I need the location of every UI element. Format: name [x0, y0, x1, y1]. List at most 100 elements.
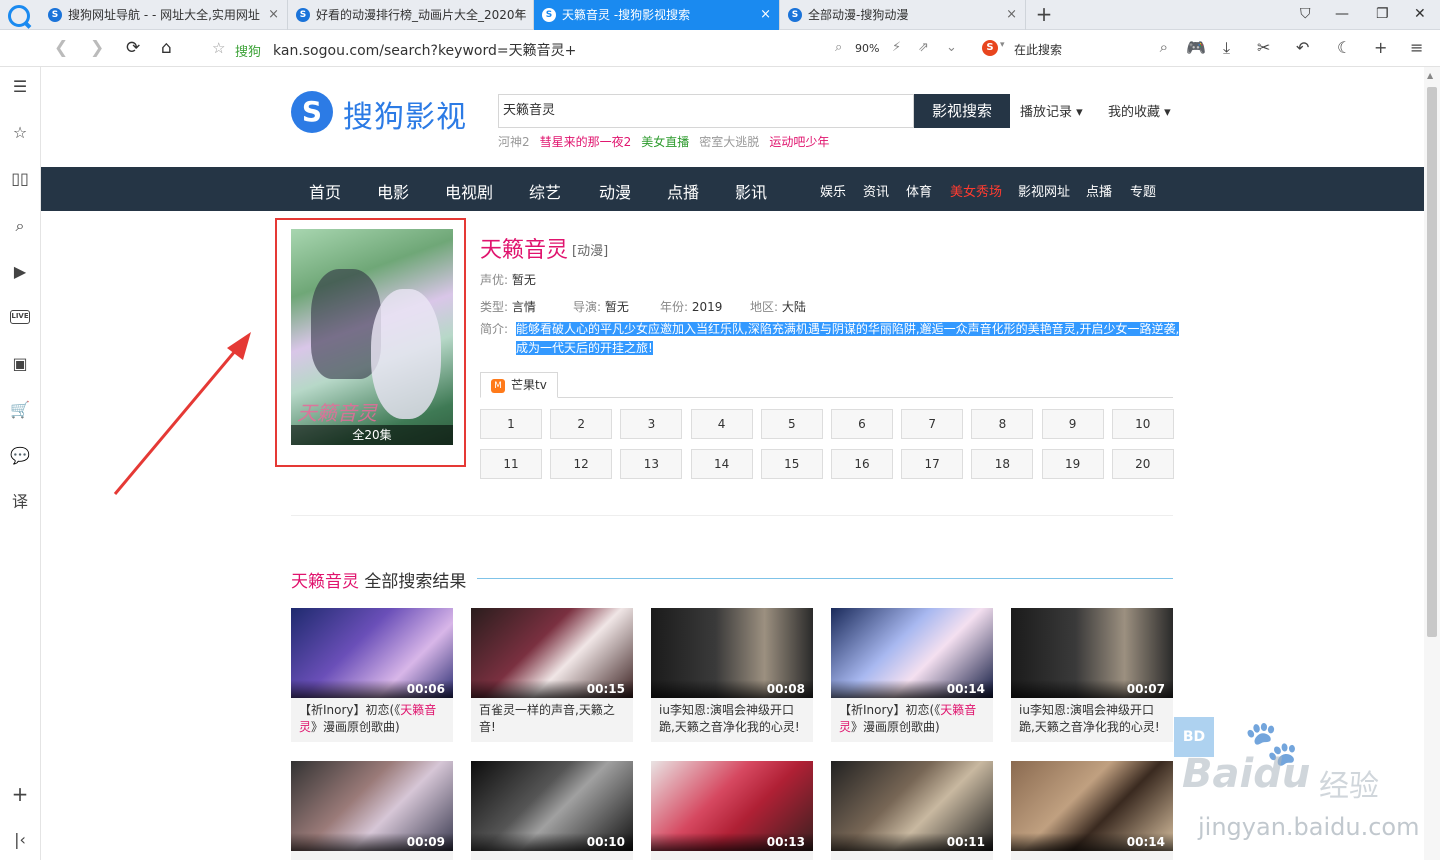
scissors-icon[interactable]: ✂ [1257, 38, 1270, 57]
close-icon[interactable]: × [760, 0, 771, 30]
video-caption[interactable] [471, 851, 633, 860]
undo-icon[interactable]: ↶ [1296, 38, 1309, 57]
episode-button[interactable]: 6 [831, 409, 893, 439]
search-icon[interactable]: ⌕ [9, 215, 31, 237]
tab-2[interactable]: S 好看的动漫排行榜_动画片大全_2020年 × [288, 0, 534, 30]
add-icon[interactable]: + [9, 783, 31, 805]
episode-button[interactable]: 15 [760, 449, 823, 479]
hot-keyword-link[interactable]: 运动吧少年 [769, 135, 829, 149]
tab-4[interactable]: S 全部动漫-搜狗动漫 × [780, 0, 1026, 30]
reload-icon[interactable]: ⟳ [126, 38, 140, 58]
favorites-star-icon[interactable]: ☆ [9, 122, 31, 144]
episode-button[interactable]: 9 [1041, 409, 1104, 439]
poster-image[interactable]: 天籁音灵 全20集 [291, 229, 453, 445]
nav-sub-item[interactable]: 专题 [1130, 181, 1156, 200]
video-card[interactable]: 00:06 【祈Inory】初恋(《天籁音灵》漫画原创歌曲) [291, 608, 453, 742]
url-field[interactable]: kan.sogou.com/search?keyword=天籁音灵+ [273, 40, 576, 60]
nav-main-item[interactable]: 点播 [667, 179, 699, 203]
video-caption[interactable] [651, 851, 813, 860]
video-card[interactable]: 00:09 [291, 761, 453, 860]
restore-button[interactable]: ❐ [1376, 6, 1389, 22]
video-caption[interactable] [291, 851, 453, 860]
video-card[interactable]: 00:14 【祈Inory】初恋(《天籁音灵》漫画原创歌曲) [831, 608, 993, 742]
new-tab-button[interactable]: + [1032, 2, 1056, 26]
episode-button[interactable]: 13 [620, 449, 683, 479]
hot-keyword-link[interactable]: 河神2 [498, 135, 530, 149]
share-icon[interactable]: ⇗ [918, 40, 929, 55]
site-logo[interactable]: S 搜狗影视 [291, 89, 491, 135]
nav-sub-item[interactable]: 资讯 [863, 181, 889, 200]
video-caption[interactable]: 【祈Inory】初恋(《天籁音灵》漫画原创歌曲) [291, 698, 453, 742]
lightning-icon[interactable]: ⚡ [892, 40, 901, 55]
video-thumbnail[interactable]: 00:15 [471, 608, 633, 698]
nav-sub-item[interactable]: 体育 [906, 181, 932, 200]
video-card[interactable]: 00:13 [651, 761, 813, 860]
cart-icon[interactable]: 🛒 [9, 399, 31, 421]
history-dropdown[interactable]: 播放记录 ▾ [1020, 101, 1083, 120]
skin-icon[interactable]: ⛉ [1300, 6, 1311, 22]
source-tab[interactable]: M 芒果tv [480, 372, 558, 398]
browser-logo-icon[interactable] [8, 5, 30, 27]
zoom-icon[interactable]: ⌕ [835, 40, 842, 55]
video-thumbnail[interactable]: 00:13 [651, 761, 813, 851]
search-icon[interactable]: ⌕ [1160, 38, 1168, 56]
video-caption[interactable]: iu李知恩:演唱会神级开口跪,天籁之音净化我的心灵! [651, 698, 813, 742]
back-icon[interactable]: ❮ [54, 38, 68, 58]
hot-keyword-link[interactable]: 密室大逃脱 [699, 135, 759, 149]
add-icon[interactable]: + [1374, 38, 1387, 57]
nav-main-item[interactable]: 首页 [309, 179, 341, 203]
video-caption[interactable]: iu李知恩:演唱会神级开口跪,天籁之音净化我的心灵! [1011, 698, 1173, 742]
collapse-icon[interactable]: |‹ [9, 829, 31, 851]
tab-3[interactable]: S 天籁音灵 -搜狗影视搜索 × [534, 0, 780, 30]
video-caption[interactable] [831, 851, 993, 860]
hot-keyword-link[interactable]: 美女直播 [641, 135, 689, 149]
scroll-thumb[interactable] [1427, 87, 1437, 637]
nav-main-item[interactable]: 动漫 [599, 179, 631, 203]
close-icon[interactable]: × [268, 0, 279, 30]
video-card[interactable]: 00:08 iu李知恩:演唱会神级开口跪,天籁之音净化我的心灵! [651, 608, 813, 742]
nav-sub-item[interactable]: 娱乐 [820, 181, 846, 200]
video-caption[interactable] [1011, 851, 1173, 860]
nav-sub-item[interactable]: 美女秀场 [950, 181, 1002, 200]
video-thumbnail[interactable]: 00:14 [1011, 761, 1173, 851]
nav-main-item[interactable]: 电影 [377, 179, 409, 203]
episode-button[interactable]: 8 [971, 409, 1034, 439]
video-card[interactable]: 00:14 [1011, 761, 1173, 860]
scroll-up-icon[interactable]: ▲ [1427, 71, 1433, 80]
video-thumbnail[interactable]: 00:07 [1011, 608, 1173, 698]
nav-main-item[interactable]: 电视剧 [445, 179, 493, 203]
live-icon[interactable]: LIVE [10, 310, 30, 324]
video-thumbnail[interactable]: 00:08 [651, 608, 813, 698]
forward-icon[interactable]: ❯ [90, 38, 104, 58]
reader-icon[interactable]: ☰ [9, 76, 31, 98]
video-caption[interactable]: 百雀灵一样的声音,天籁之音! [471, 698, 633, 742]
close-window-button[interactable]: ✕ [1414, 6, 1426, 22]
episode-button[interactable]: 7 [901, 409, 964, 439]
video-thumbnail[interactable]: 00:11 [831, 761, 993, 851]
video-card[interactable]: 00:15 百雀灵一样的声音,天籁之音! [471, 608, 633, 742]
zoom-level[interactable]: 90% [855, 42, 879, 55]
video-thumbnail[interactable]: 00:09 [291, 761, 453, 851]
video-search-button[interactable]: 影视搜索 [914, 94, 1010, 128]
tab-1[interactable]: S 搜狗网址导航 - - 网址大全,实用网址 × [40, 0, 288, 30]
video-card[interactable]: 00:07 iu李知恩:演唱会神级开口跪,天籁之音净化我的心灵! [1011, 608, 1173, 742]
video-card[interactable]: 00:10 [471, 761, 633, 860]
close-icon[interactable]: × [1006, 0, 1017, 30]
detail-title[interactable]: 天籁音灵 [480, 232, 568, 264]
home-icon[interactable]: ⌂ [161, 38, 172, 58]
episode-button[interactable]: 19 [1041, 449, 1104, 479]
video-thumbnail[interactable]: 00:06 [291, 608, 453, 698]
episode-button[interactable]: 5 [760, 409, 823, 439]
toolbox-icon[interactable]: ▣ [9, 353, 31, 375]
night-mode-icon[interactable]: ☾ [1337, 38, 1351, 57]
download-icon[interactable]: ⤓ [1223, 38, 1230, 58]
nav-main-item[interactable]: 影讯 [735, 179, 767, 203]
episode-button[interactable]: 11 [480, 449, 542, 479]
game-icon[interactable]: 🎮 [1186, 38, 1206, 57]
episode-button[interactable]: 2 [550, 409, 613, 439]
nav-main-item[interactable]: 综艺 [529, 179, 561, 203]
video-thumbnail[interactable]: 00:14 [831, 608, 993, 698]
video-search-input[interactable]: 天籁音灵 [498, 94, 914, 128]
chat-icon[interactable]: 💬 [9, 445, 31, 467]
favorites-dropdown[interactable]: 我的收藏 ▾ [1108, 101, 1171, 120]
